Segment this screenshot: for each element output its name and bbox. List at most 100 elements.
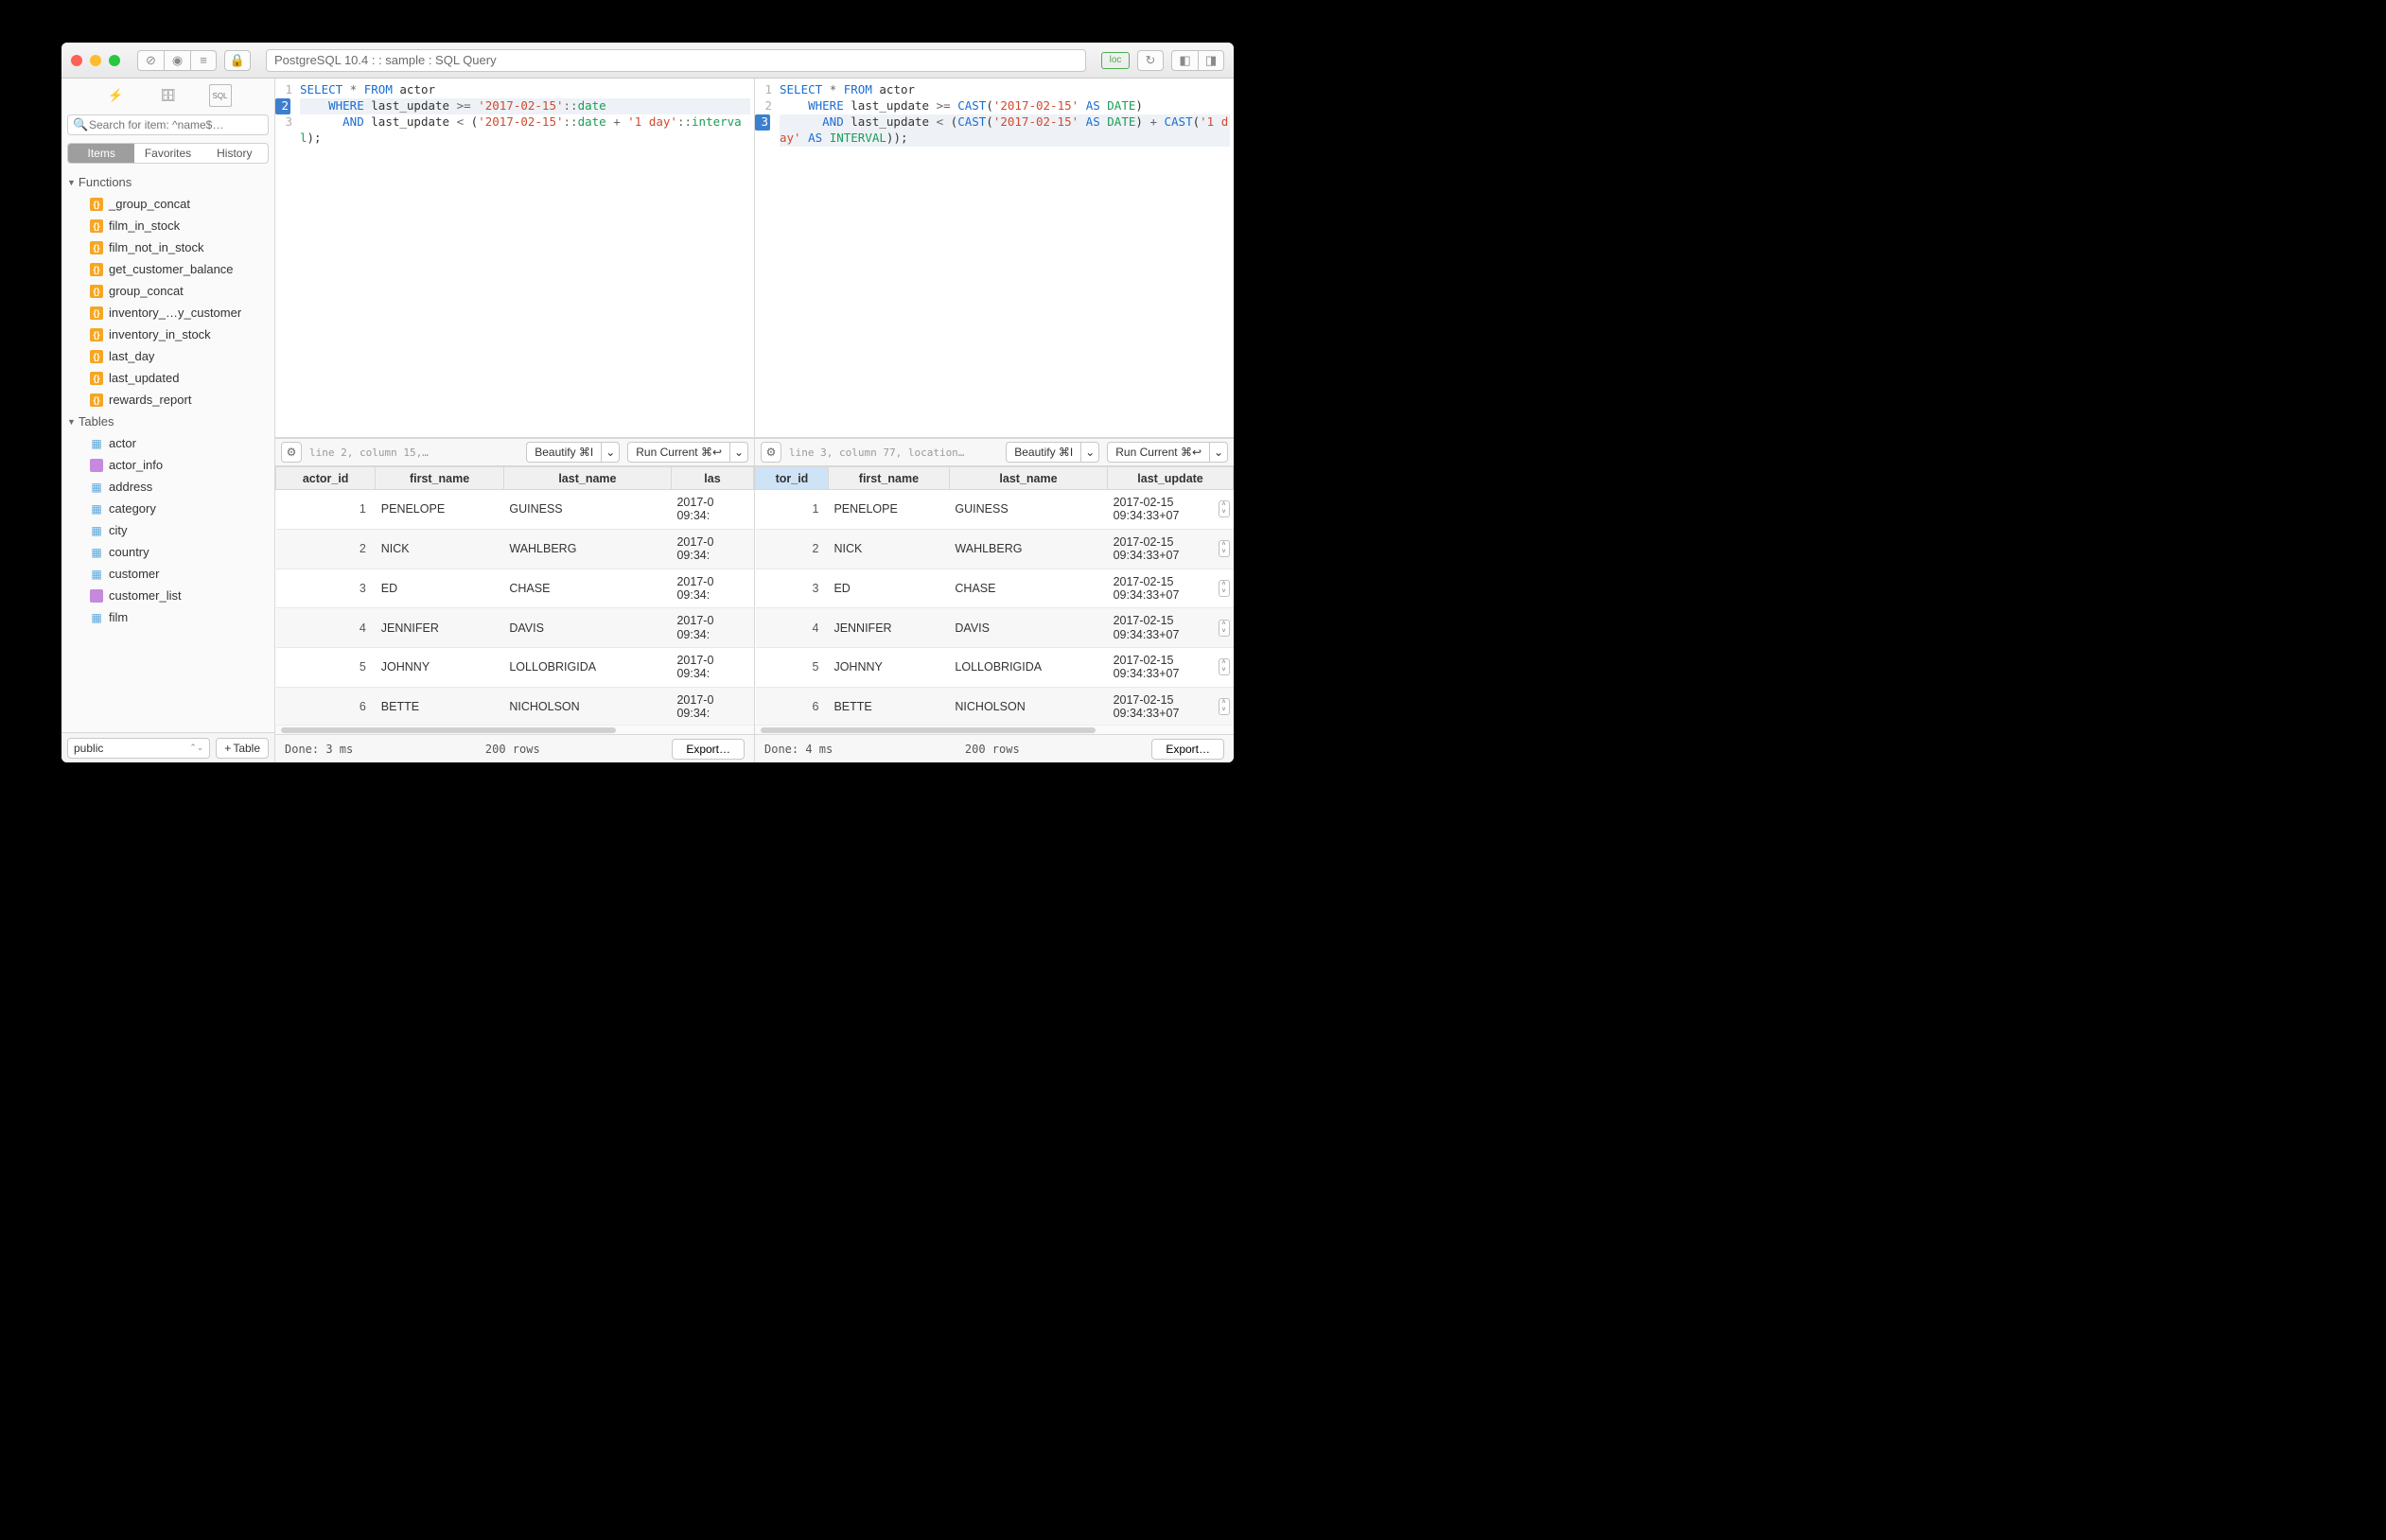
stepper-icon[interactable]: ˄˅ [1219, 540, 1230, 557]
run-menu[interactable]: ⌄ [1209, 442, 1228, 463]
column-header[interactable]: last_update [1108, 467, 1234, 490]
zoom-button[interactable] [109, 55, 120, 66]
sidebar-item-table[interactable]: ▦customer [61, 563, 274, 585]
column-header[interactable]: first_name [376, 467, 504, 490]
stepper-icon[interactable]: ˄˅ [1219, 620, 1230, 637]
horizontal-scrollbar[interactable] [755, 725, 1234, 734]
sidebar-item-function[interactable]: {}film_not_in_stock [61, 236, 274, 258]
sql-icon[interactable]: SQL [209, 84, 232, 107]
column-header[interactable]: last_name [949, 467, 1107, 490]
sidebar-item-function[interactable]: {}last_updated [61, 367, 274, 389]
table-row[interactable]: 1PENELOPEGUINESS2017-0 09:34: [276, 490, 754, 530]
sidebar-left-icon[interactable]: ◧ [1171, 50, 1198, 71]
run-button[interactable]: Run Current ⌘↩ [1107, 442, 1209, 463]
stepper-icon[interactable]: ˄˅ [1219, 658, 1230, 675]
result-grid-left[interactable]: actor_idfirst_namelast_namelas 1PENELOPE… [275, 466, 754, 725]
editor-toolbar-left: ⚙ line 2, column 15,… Beautify ⌘I⌄ Run C… [275, 438, 754, 466]
item-label: actor [109, 436, 136, 450]
list-icon[interactable]: ≡ [190, 50, 217, 71]
beautify-button[interactable]: Beautify ⌘I [1006, 442, 1080, 463]
add-table-button[interactable]: +Table [216, 738, 269, 759]
beautify-button[interactable]: Beautify ⌘I [526, 442, 601, 463]
code-area[interactable]: SELECT * FROM actor WHERE last_update >=… [776, 79, 1234, 437]
table-row[interactable]: 5JOHNNYLOLLOBRIGIDA2017-0 09:34: [276, 648, 754, 688]
item-label: inventory_…y_customer [109, 306, 241, 320]
column-header[interactable]: actor_id [276, 467, 376, 490]
sidebar-item-table[interactable]: ▦category [61, 498, 274, 519]
cursor-status: line 3, column 77, location… [789, 446, 998, 459]
column-header[interactable]: last_name [503, 467, 671, 490]
plus-icon: + [224, 742, 231, 755]
schema-select[interactable]: public⌃⌄ [67, 738, 210, 759]
sidebar-item-table[interactable]: ▦address [61, 476, 274, 498]
functions-header[interactable]: ▼Functions [61, 171, 274, 193]
gear-icon[interactable]: ⚙ [761, 442, 781, 463]
tab-favorites[interactable]: Favorites [134, 144, 201, 163]
sidebar-item-function[interactable]: {}inventory_in_stock [61, 324, 274, 345]
result-grid-right[interactable]: tor_idfirst_namelast_namelast_update 1PE… [755, 466, 1234, 725]
table-row[interactable]: 1PENELOPEGUINESS2017-02-15 09:34:33+07˄˅ [756, 490, 1234, 530]
sidebar-item-function[interactable]: {}inventory_…y_customer [61, 302, 274, 324]
sidebar-item-table[interactable]: ▦actor [61, 432, 274, 454]
sidebar-item-function[interactable]: {}film_in_stock [61, 215, 274, 236]
sidebar-item-function[interactable]: {}get_customer_balance [61, 258, 274, 280]
sidebar-item-function[interactable]: {}last_day [61, 345, 274, 367]
stepper-icon[interactable]: ˄˅ [1219, 580, 1230, 597]
column-header[interactable]: las [671, 467, 753, 490]
table-row[interactable]: 6BETTENICHOLSON2017-0 09:34: [276, 687, 754, 725]
table-row[interactable]: 2NICKWAHLBERG2017-0 09:34: [276, 529, 754, 569]
run-button[interactable]: Run Current ⌘↩ [627, 442, 729, 463]
tab-items[interactable]: Items [68, 144, 134, 163]
database-icon[interactable]: 🗄 [157, 84, 180, 107]
cell: DAVIS [949, 608, 1107, 648]
horizontal-scrollbar[interactable] [275, 725, 754, 734]
table-row[interactable]: 6BETTENICHOLSON2017-02-15 09:34:33+07˄˅ [756, 687, 1234, 725]
item-label: city [109, 523, 128, 537]
beautify-menu[interactable]: ⌄ [1080, 442, 1099, 463]
sidebar-item-function[interactable]: {}rewards_report [61, 389, 274, 411]
table-row[interactable]: 4JENNIFERDAVIS2017-02-15 09:34:33+07˄˅ [756, 608, 1234, 648]
code-area[interactable]: SELECT * FROM actor WHERE last_update >=… [296, 79, 754, 437]
beautify-menu[interactable]: ⌄ [601, 442, 620, 463]
table-row[interactable]: 4JENNIFERDAVIS2017-0 09:34: [276, 608, 754, 648]
stepper-icon[interactable]: ˄˅ [1219, 500, 1230, 517]
column-header[interactable]: first_name [828, 467, 949, 490]
table-row[interactable]: 2NICKWAHLBERG2017-02-15 09:34:33+07˄˅ [756, 529, 1234, 569]
column-header[interactable]: tor_id [756, 467, 829, 490]
search-input[interactable] [67, 114, 269, 135]
cell: PENELOPE [828, 490, 949, 530]
item-label: actor_info [109, 458, 163, 472]
lock-icon[interactable]: 🔒 [224, 50, 251, 71]
item-label: country [109, 545, 149, 559]
sidebar-item-table[interactable]: ▦film [61, 606, 274, 628]
table-row[interactable]: 3EDCHASE2017-02-15 09:34:33+07˄˅ [756, 569, 1234, 608]
sidebar-item-function[interactable]: {}group_concat [61, 280, 274, 302]
table-row[interactable]: 3EDCHASE2017-0 09:34: [276, 569, 754, 608]
sql-editor-left[interactable]: 123 SELECT * FROM actor WHERE last_updat… [275, 79, 754, 438]
stepper-icon[interactable]: ˄˅ [1219, 698, 1230, 715]
close-button[interactable] [71, 55, 82, 66]
sidebar-item-table[interactable]: customer_list [61, 585, 274, 606]
tables-label: Tables [79, 414, 114, 429]
object-tree[interactable]: ▼Functions {}_group_concat{}film_in_stoc… [61, 169, 274, 732]
sidebar-item-table[interactable]: actor_info [61, 454, 274, 476]
tab-history[interactable]: History [202, 144, 268, 163]
cancel-icon[interactable]: ⊘ [137, 50, 164, 71]
run-menu[interactable]: ⌄ [729, 442, 748, 463]
export-button[interactable]: Export… [672, 739, 745, 760]
export-button[interactable]: Export… [1151, 739, 1224, 760]
sidebar-right-icon[interactable]: ◨ [1198, 50, 1224, 71]
sidebar-item-table[interactable]: ▦city [61, 519, 274, 541]
preview-icon[interactable]: ◉ [164, 50, 190, 71]
connection-icon[interactable]: ⚡ [105, 84, 128, 107]
gear-icon[interactable]: ⚙ [281, 442, 302, 463]
minimize-button[interactable] [90, 55, 101, 66]
sidebar-item-function[interactable]: {}_group_concat [61, 193, 274, 215]
refresh-icon[interactable]: ↻ [1137, 50, 1164, 71]
sql-editor-right[interactable]: 123 SELECT * FROM actor WHERE last_updat… [755, 79, 1234, 438]
table-row[interactable]: 5JOHNNYLOLLOBRIGIDA2017-02-15 09:34:33+0… [756, 648, 1234, 688]
tables-header[interactable]: ▼Tables [61, 411, 274, 432]
title-field[interactable]: PostgreSQL 10.4 : : sample : SQL Query [266, 49, 1086, 72]
item-label: group_concat [109, 284, 184, 298]
sidebar-item-table[interactable]: ▦country [61, 541, 274, 563]
